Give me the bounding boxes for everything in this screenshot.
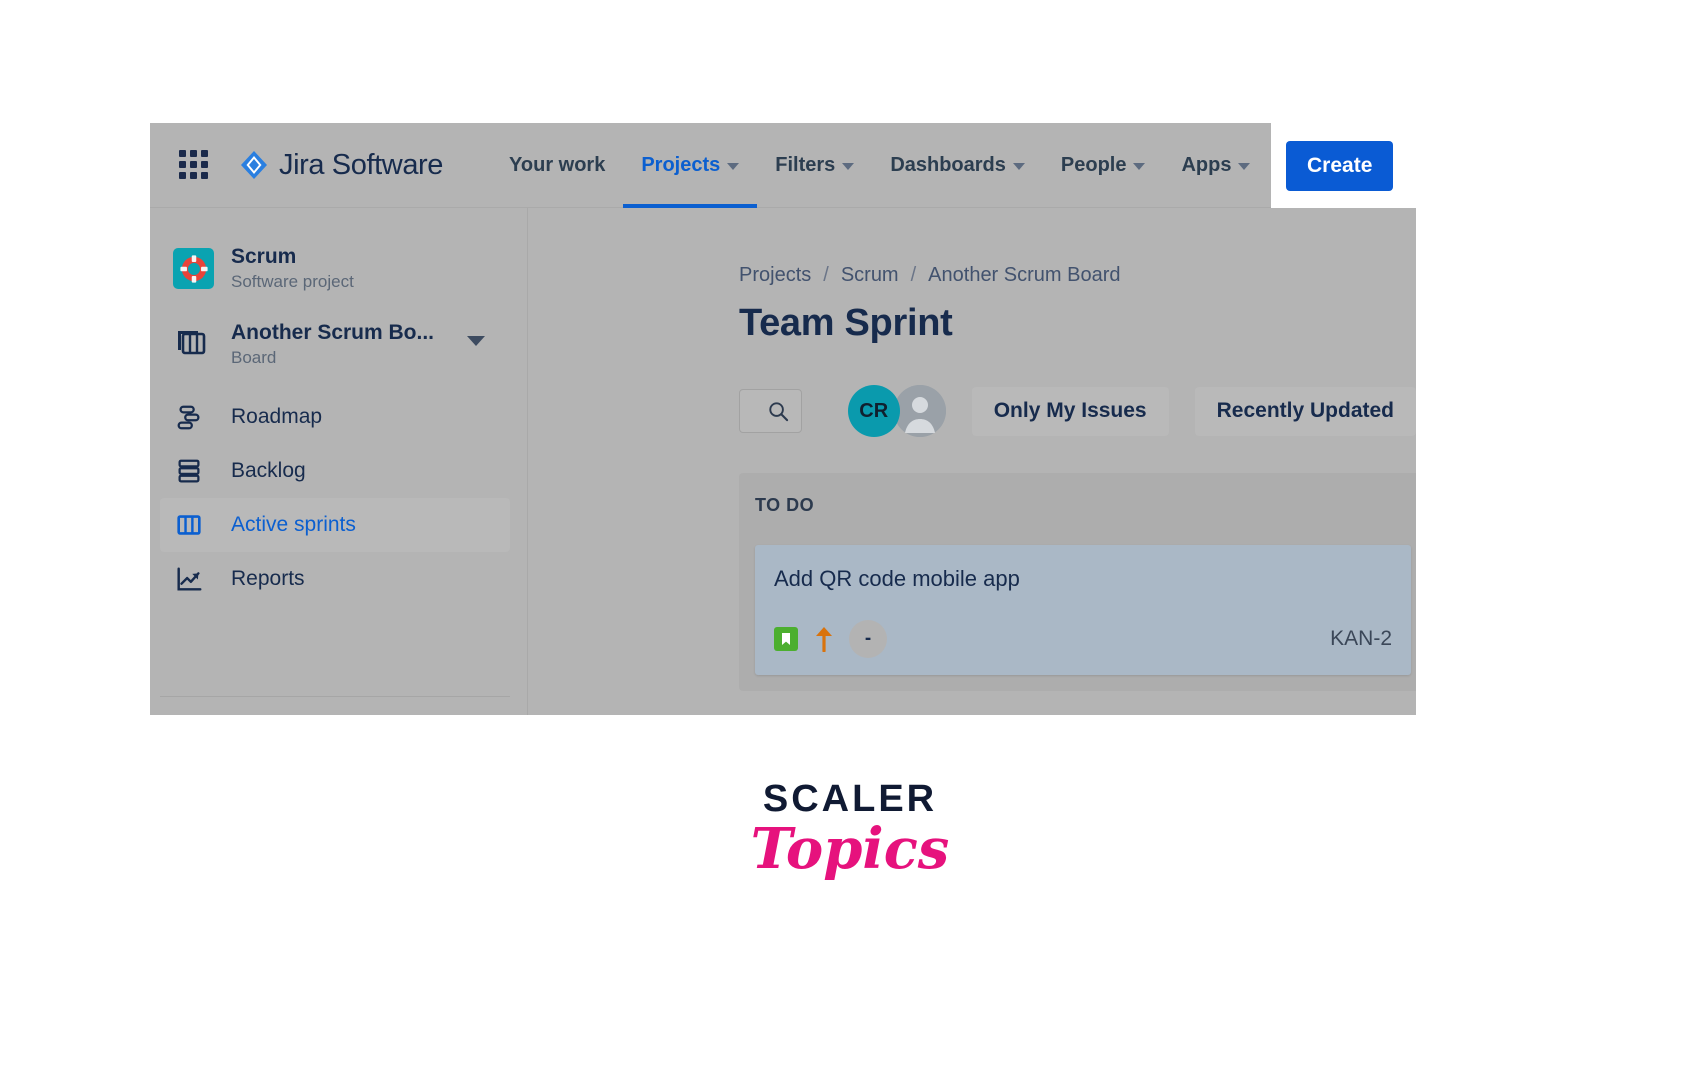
board-icon [174, 510, 214, 540]
brand-name: Jira Software [279, 149, 443, 182]
board-columns-icon [174, 325, 214, 364]
logo-topics-text: Topics [0, 820, 1700, 879]
assignee-avatar[interactable]: - [849, 620, 887, 658]
chevron-down-icon [1238, 163, 1250, 170]
jira-brand-link[interactable]: Jira Software [240, 149, 443, 182]
lifebuoy-project-icon [173, 248, 214, 289]
backlog-icon [174, 456, 214, 486]
avatar-group: CR [848, 385, 946, 437]
chevron-down-icon [1133, 163, 1145, 170]
jira-app-window: Jira Software Your work Projects Filters… [150, 123, 1416, 715]
only-my-issues-button[interactable]: Only My Issues [972, 387, 1169, 436]
top-navigation-bar: Jira Software Your work Projects Filters… [150, 123, 1416, 208]
sidebar-item-reports[interactable]: Reports [160, 552, 510, 606]
recently-updated-button[interactable]: Recently Updated [1195, 387, 1416, 436]
page-title: Team Sprint [739, 302, 1416, 345]
chevron-down-icon[interactable] [467, 336, 485, 346]
avatar-unassigned[interactable] [894, 385, 946, 437]
sidebar-divider [160, 696, 510, 697]
search-input[interactable] [740, 390, 801, 432]
issue-card[interactable]: Add QR code mobile app [755, 545, 1411, 675]
avatar-cr[interactable]: CR [848, 385, 900, 437]
breadcrumb-item-board[interactable]: Another Scrum Board [928, 264, 1120, 287]
sidebar-item-label: Backlog [231, 459, 306, 483]
nav-label: Apps [1181, 154, 1231, 177]
nav-item-projects[interactable]: Projects [623, 123, 757, 208]
sidebar-item-label: Active sprints [231, 513, 356, 537]
logo-scaler-text: SCALER [0, 780, 1700, 818]
column-header: TO DO [755, 495, 1411, 516]
nav-label: Your work [509, 154, 605, 177]
sidebar-project-header[interactable]: Scrum Software project [150, 208, 527, 294]
sidebar-item-label: Reports [231, 567, 305, 591]
nav-item-dashboards[interactable]: Dashboards [872, 123, 1043, 208]
avatar-initials: CR [859, 400, 888, 423]
breadcrumb-item-projects[interactable]: Projects [739, 264, 811, 287]
anonymous-person-icon [894, 385, 946, 437]
breadcrumb-separator: / [823, 264, 829, 287]
story-bookmark-icon [774, 627, 798, 651]
primary-nav-items: Your work Projects Filters Dashboards Pe… [491, 123, 1268, 208]
sidebar-item-label: Roadmap [231, 405, 322, 429]
breadcrumb: Projects / Scrum / Another Scrum Board [739, 264, 1416, 287]
nav-item-your-work[interactable]: Your work [491, 123, 623, 208]
issue-card-footer: - KAN-2 [774, 620, 1392, 658]
nav-label: Filters [775, 154, 835, 177]
board-toolbar: CR Only My Issues Recently Updated [739, 385, 1416, 437]
issue-title: Add QR code mobile app [774, 565, 1392, 594]
nav-label: Projects [641, 154, 720, 177]
scaler-topics-logo: SCALER Topics [0, 780, 1700, 879]
main-content-area: Projects / Scrum / Another Scrum Board T… [529, 208, 1416, 715]
sidebar-project-type: Software project [231, 270, 354, 294]
sidebar-board-name: Another Scrum Bo... [231, 319, 434, 346]
reports-chart-icon [174, 564, 214, 594]
nav-label: Dashboards [890, 154, 1006, 177]
chevron-down-icon [727, 163, 739, 170]
sidebar-board-meta: Another Scrum Bo... Board [231, 319, 434, 370]
nav-item-people[interactable]: People [1043, 123, 1164, 208]
sidebar-item-active-sprints[interactable]: Active sprints [160, 498, 510, 552]
project-sidebar: Scrum Software project Another Scrum Bo.… [150, 208, 528, 715]
app-switcher-icon[interactable] [179, 150, 209, 180]
sidebar-board-type: Board [231, 346, 434, 370]
sidebar-item-backlog[interactable]: Backlog [160, 444, 510, 498]
nav-label: People [1061, 154, 1127, 177]
search-box[interactable] [739, 389, 802, 433]
issue-key: KAN-2 [1330, 627, 1392, 651]
chevron-down-icon [1013, 163, 1025, 170]
priority-high-up-arrow-icon [814, 626, 834, 652]
sidebar-project-meta: Scrum Software project [231, 243, 354, 294]
roadmap-icon [174, 402, 214, 432]
sidebar-board-selector[interactable]: Another Scrum Bo... Board [150, 294, 527, 370]
create-button[interactable]: Create [1286, 141, 1393, 191]
board-columns: TO DO Add QR code mobile app [739, 473, 1416, 691]
sidebar-item-roadmap[interactable]: Roadmap [160, 390, 510, 444]
create-button-container: Create [1271, 123, 1416, 208]
nav-item-filters[interactable]: Filters [757, 123, 872, 208]
nav-item-apps[interactable]: Apps [1163, 123, 1268, 208]
board-column-todo: TO DO Add QR code mobile app [739, 473, 1416, 691]
breadcrumb-item-scrum[interactable]: Scrum [841, 264, 899, 287]
chevron-down-icon [842, 163, 854, 170]
sidebar-nav-list: Roadmap Backlog [150, 390, 527, 606]
sidebar-project-name: Scrum [231, 243, 354, 270]
jira-diamond-logo-icon [240, 150, 268, 180]
breadcrumb-separator: / [911, 264, 917, 287]
